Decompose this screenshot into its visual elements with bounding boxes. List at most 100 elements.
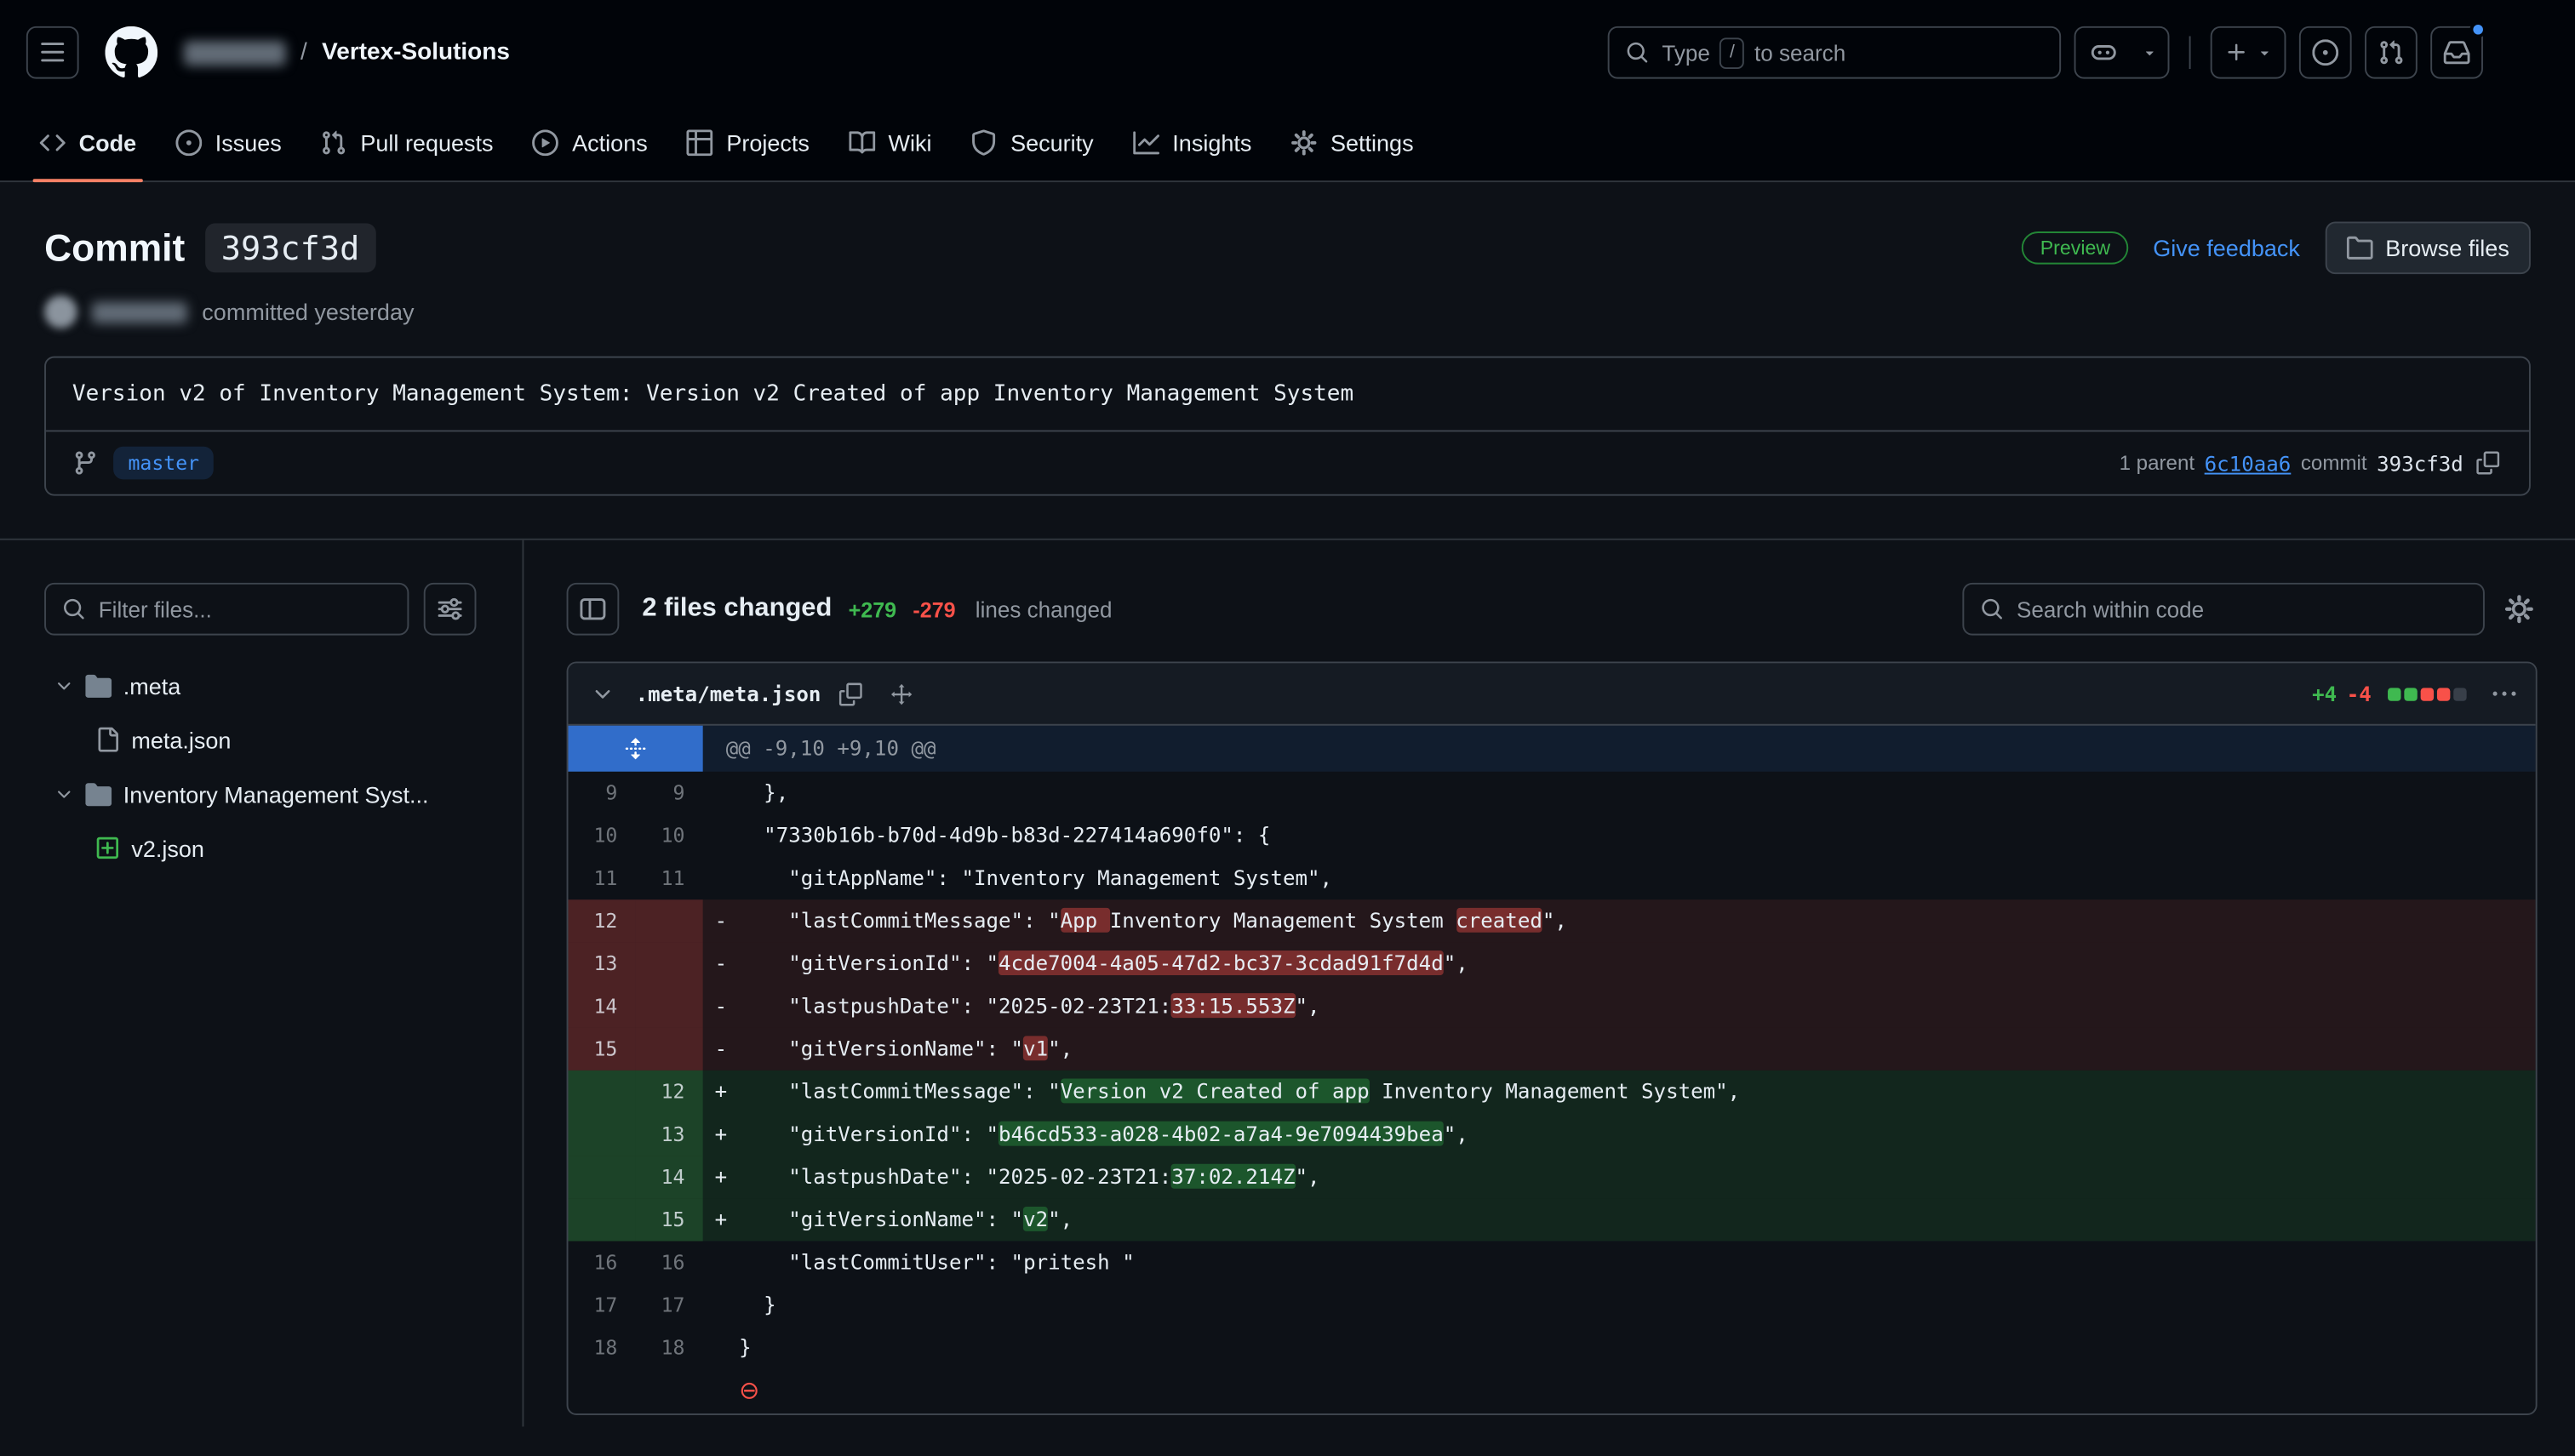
file-filter-row xyxy=(44,583,476,636)
parent-commit-link[interactable]: 6c10aa6 xyxy=(2205,451,2292,476)
diff-toolbar: 2 files changed +279 -279 lines changed xyxy=(567,583,2538,636)
tab-settings[interactable]: Settings xyxy=(1274,105,1429,180)
committed-timestamp: committed yesterday xyxy=(202,299,414,325)
diff-code-cell: + "lastCommitMessage": "Version v2 Creat… xyxy=(703,1071,2536,1113)
inbox-button[interactable] xyxy=(2430,26,2483,79)
folder-icon xyxy=(85,672,112,699)
issue-opened-icon xyxy=(175,129,202,156)
filter-files-input[interactable] xyxy=(44,583,409,636)
move-icon[interactable] xyxy=(890,682,913,705)
new-line-number: 11 xyxy=(636,857,703,899)
tab-wiki[interactable]: Wiki xyxy=(833,105,948,180)
copy-sha-button[interactable] xyxy=(2473,448,2503,478)
global-search-input[interactable]: Type/to search xyxy=(1608,26,2061,79)
expand-hunk-button[interactable] xyxy=(569,726,703,772)
browse-files-button[interactable]: Browse files xyxy=(2325,221,2531,274)
github-mark-icon xyxy=(105,26,157,79)
file-filter-options-button[interactable] xyxy=(424,583,477,636)
file-directory-icon xyxy=(2346,235,2372,261)
filter-files-text-input[interactable] xyxy=(99,597,391,621)
breadcrumb-owner-redacted[interactable] xyxy=(184,40,286,65)
user-avatar[interactable] xyxy=(2496,26,2549,79)
new-line-number: 18 xyxy=(636,1327,703,1369)
copilot-icon xyxy=(2091,39,2117,66)
old-line-number: 16 xyxy=(569,1241,636,1283)
old-line-number: 14 xyxy=(569,985,636,1028)
file-options-button[interactable] xyxy=(2490,679,2520,709)
old-line-number: 13 xyxy=(569,942,636,985)
author-avatar-redacted[interactable] xyxy=(44,295,77,328)
collapse-file-button[interactable] xyxy=(585,676,621,711)
breadcrumb-separator: / xyxy=(300,39,307,66)
commit-author-row: committed yesterday xyxy=(44,295,2531,328)
breadcrumb-repo-link[interactable]: Vertex-Solutions xyxy=(322,39,510,66)
copilot-dropdown-button[interactable] xyxy=(2132,28,2167,77)
tree-file-item[interactable]: meta.json xyxy=(44,712,476,767)
new-line-number xyxy=(636,1028,703,1071)
new-line-number: 12 xyxy=(636,1071,703,1113)
github-logo[interactable] xyxy=(105,26,157,79)
file-tree-sidebar: .metameta.jsonInventory Management Syst.… xyxy=(0,540,524,1427)
tab-actions[interactable]: Actions xyxy=(517,105,664,180)
tab-code[interactable]: Code xyxy=(23,105,152,180)
diff-code-cell: "lastCommitUser": "pritesh " xyxy=(703,1241,2536,1283)
issues-dashboard-button[interactable] xyxy=(2299,26,2352,79)
commit-header: Commit 393cf3d Preview Give feedback Bro… xyxy=(44,221,2531,495)
copy-file-path-button[interactable] xyxy=(836,679,866,709)
tree-folder-item[interactable]: .meta xyxy=(44,659,476,713)
global-topbar: / Vertex-Solutions Type/to search xyxy=(0,0,2575,105)
tab-pull-requests[interactable]: Pull requests xyxy=(305,105,510,180)
tree-file-item[interactable]: v2.json xyxy=(44,821,476,876)
parents-label: 1 parent xyxy=(2120,452,2195,475)
copy-icon xyxy=(2476,452,2499,475)
diff-code-cell: - "gitVersionName": "v1", xyxy=(703,1028,2536,1071)
diff-added-icon xyxy=(95,836,120,860)
copilot-button[interactable] xyxy=(2076,28,2132,77)
diff-settings-button[interactable] xyxy=(2501,591,2537,627)
search-within-code-input[interactable] xyxy=(1962,583,2484,636)
play-icon xyxy=(533,129,559,156)
diff-block-del xyxy=(2421,687,2434,699)
search-icon xyxy=(1981,597,2004,620)
new-line-number: 17 xyxy=(636,1284,703,1327)
toggle-file-tree-button[interactable] xyxy=(567,583,620,636)
search-within-code-text-input[interactable] xyxy=(2017,597,2467,621)
new-line-number: 10 xyxy=(636,814,703,857)
diff-block-neutral xyxy=(2453,687,2466,699)
topbar-actions: Type/to search xyxy=(1608,26,2549,79)
file-tree: .metameta.jsonInventory Management Syst.… xyxy=(44,659,476,876)
diff-line-del: 13 - "gitVersionId": "4cde7004-4a05-47d2-… xyxy=(569,942,2536,985)
tree-folder-item[interactable]: Inventory Management Syst... xyxy=(44,767,476,821)
tab-projects[interactable]: Projects xyxy=(671,105,826,180)
commit-page-main: Commit 393cf3d Preview Give feedback Bro… xyxy=(0,221,2575,1426)
tab-issues[interactable]: Issues xyxy=(159,105,298,180)
diff-code-cell: "7330b16b-b70d-4d9b-b83d-227414a690f0": … xyxy=(703,814,2536,857)
diff-code-cell: - "gitVersionId": "4cde7004-4a05-47d2-bc… xyxy=(703,942,2536,985)
global-nav-menu-button[interactable] xyxy=(26,26,79,79)
unfold-icon xyxy=(624,737,647,760)
old-line-number xyxy=(569,1113,636,1156)
commit-label: commit xyxy=(2301,452,2367,475)
commit-meta-row: master 1 parent 6c10aa6 commit 393cf3d xyxy=(46,431,2529,494)
chevron-down-icon[interactable] xyxy=(54,784,74,803)
old-line-number: 15 xyxy=(569,1028,636,1071)
tab-insights[interactable]: Insights xyxy=(1117,105,1268,180)
diff-workspace: .metameta.jsonInventory Management Syst.… xyxy=(0,539,2575,1427)
diff-code-cell: }, xyxy=(703,772,2536,814)
chevron-down-icon[interactable] xyxy=(54,676,74,695)
branch-name[interactable]: master xyxy=(113,447,214,480)
pull-requests-dashboard-button[interactable] xyxy=(2365,26,2418,79)
create-new-button[interactable] xyxy=(2211,26,2286,79)
gear-icon xyxy=(1291,129,1318,156)
diff-block-add xyxy=(2388,687,2400,699)
commit-sha-info: 1 parent 6c10aa6 commit 393cf3d xyxy=(2120,448,2503,478)
chevron-down-icon xyxy=(2256,44,2272,60)
diff-line-ctx: 1717 } xyxy=(569,1284,2536,1327)
old-line-number: 10 xyxy=(569,814,636,857)
new-line-number: 14 xyxy=(636,1156,703,1198)
give-feedback-link[interactable]: Give feedback xyxy=(2153,235,2300,261)
diff-line-ctx: 1111 "gitAppName": "Inventory Management… xyxy=(569,857,2536,899)
diff-file-stats: +4 -4 xyxy=(2312,679,2519,709)
tab-security[interactable]: Security xyxy=(955,105,1110,180)
author-name-redacted[interactable] xyxy=(92,301,187,323)
